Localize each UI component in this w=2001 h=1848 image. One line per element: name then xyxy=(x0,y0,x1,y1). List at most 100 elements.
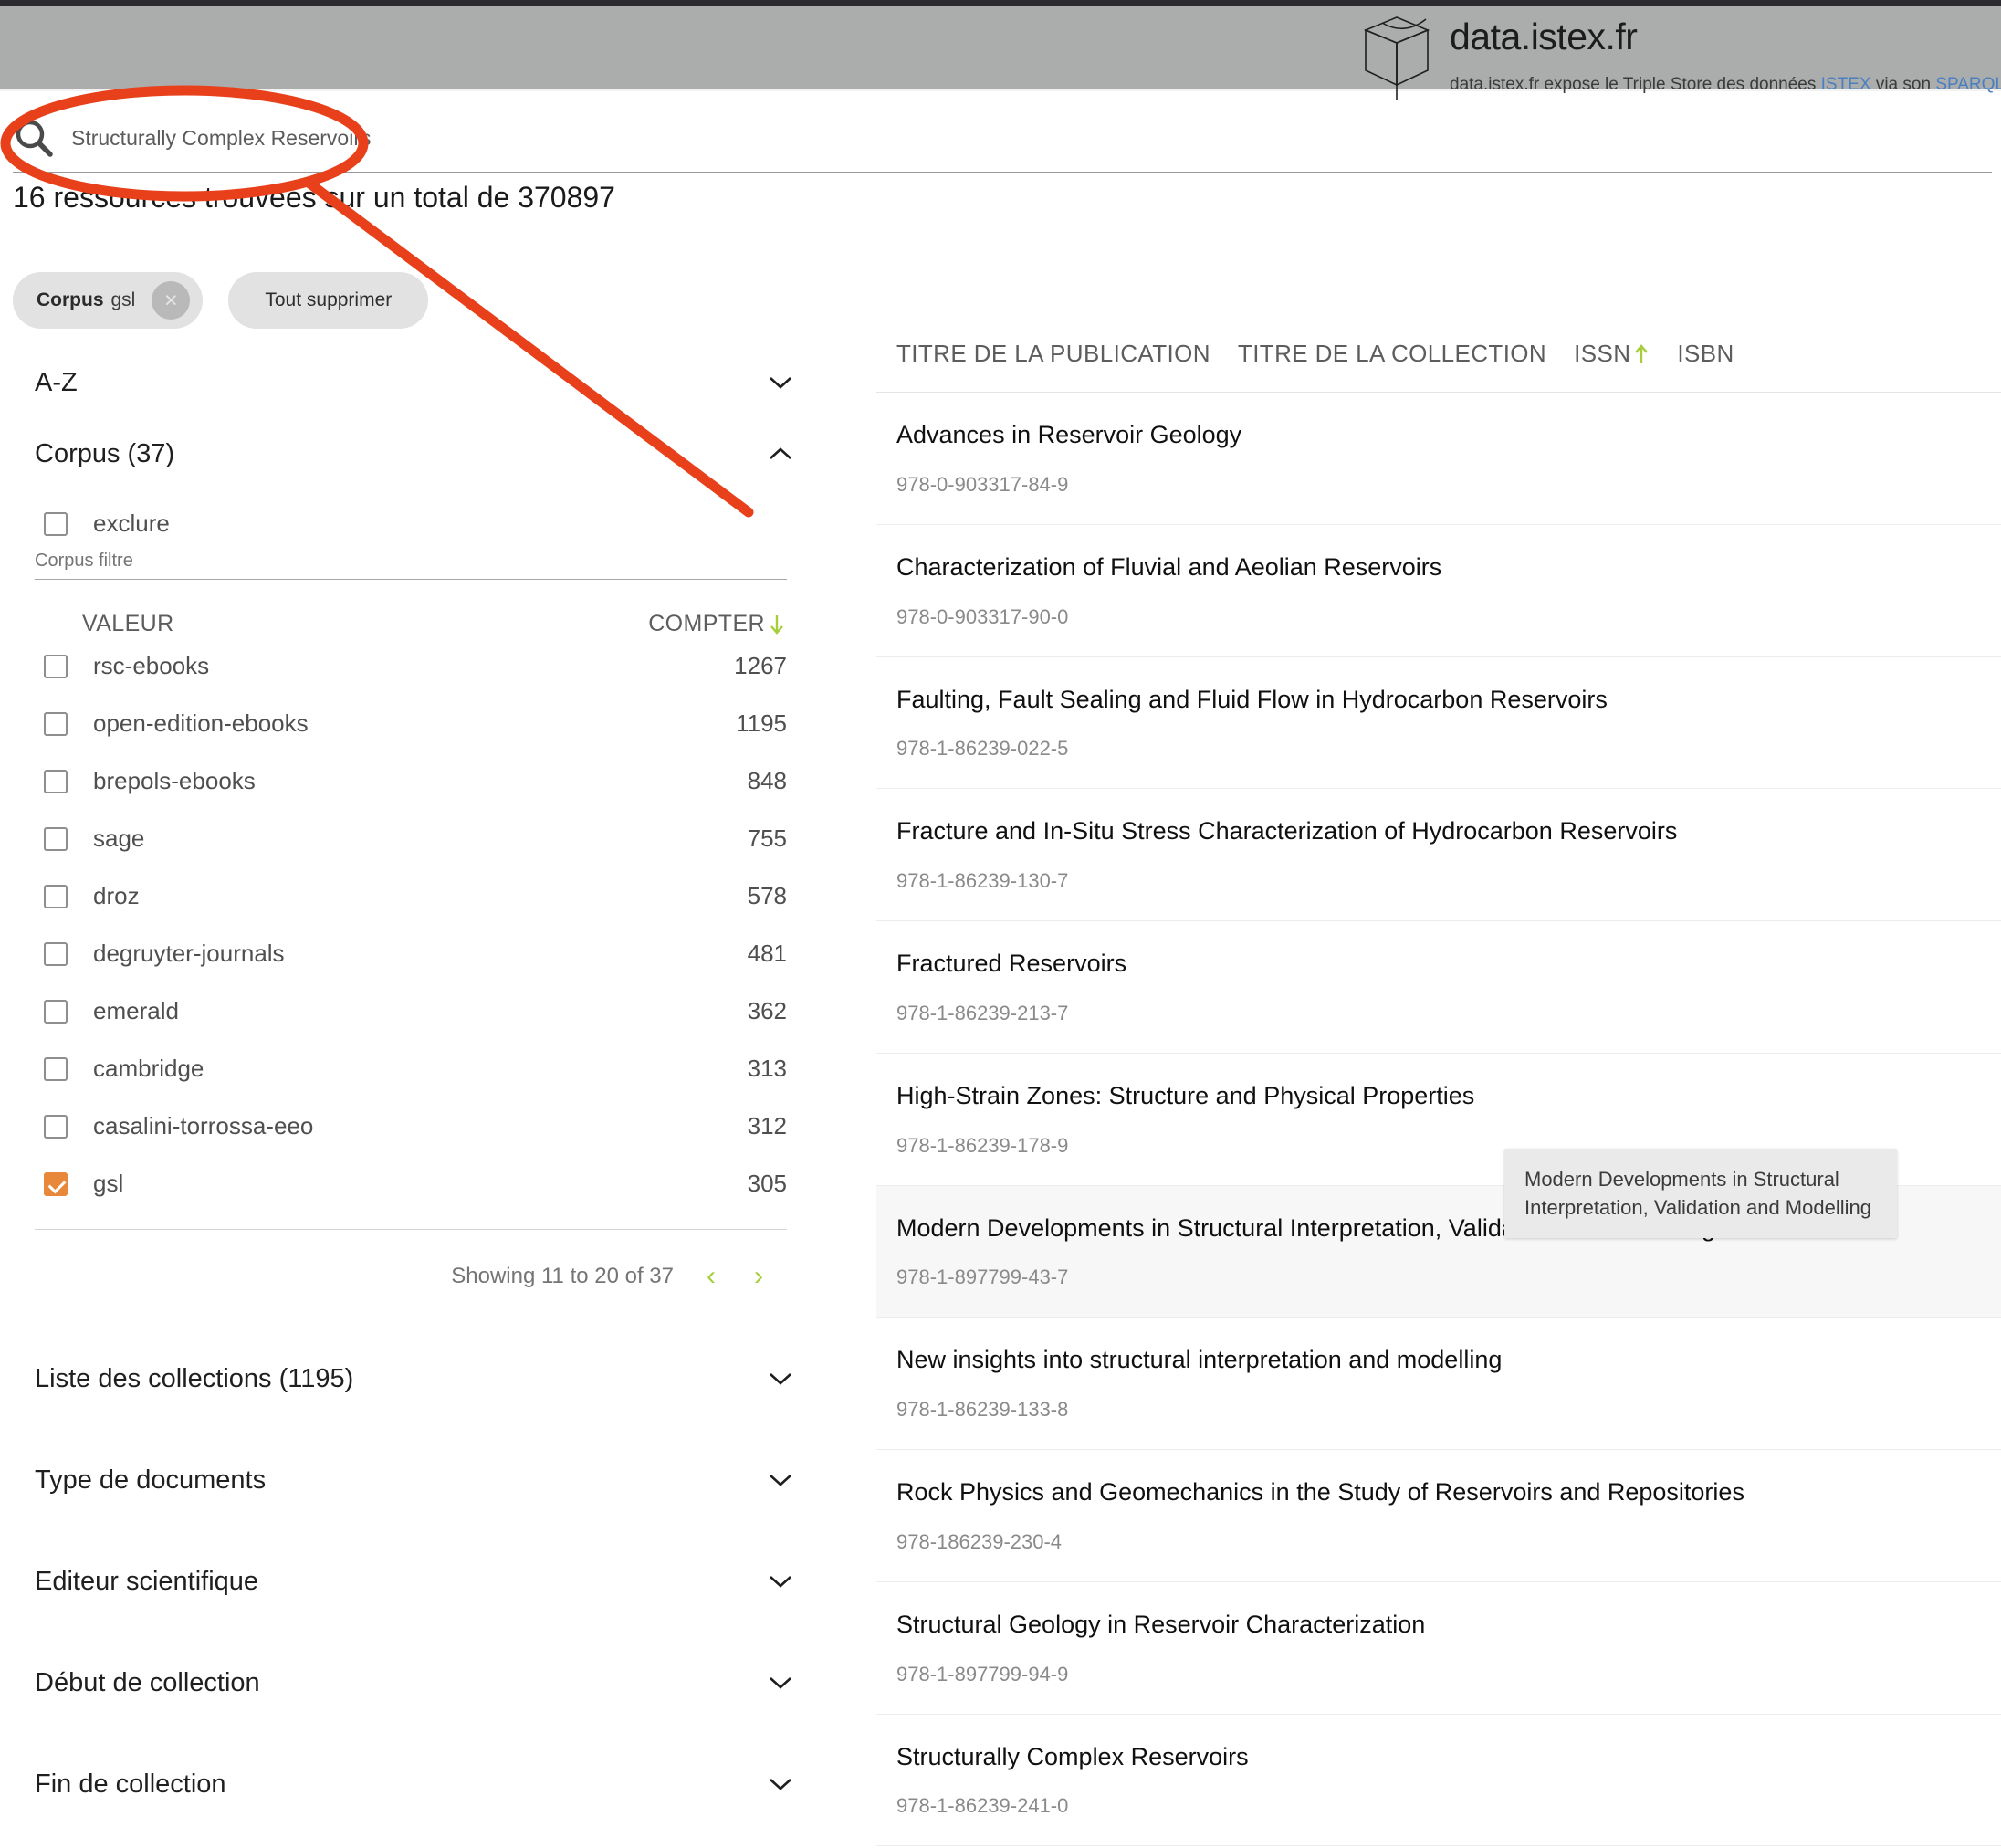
brand-title: data.istex.fr xyxy=(1450,16,1638,58)
facet-row[interactable]: rsc-ebooks 1267 xyxy=(35,637,787,695)
facet-row-count: 313 xyxy=(747,1055,787,1082)
chip-value: gsl xyxy=(110,289,136,310)
results-row-title: High-Strain Zones: Structure and Physica… xyxy=(896,1081,1475,1109)
facet-row-label: rsc-ebooks xyxy=(93,652,210,679)
filter-chip-corpus[interactable]: Corpus gsl × xyxy=(13,272,204,329)
facet-row-checkbox[interactable] xyxy=(44,654,68,678)
results-row[interactable]: Characterization of Fluvial and Aeolian … xyxy=(876,525,2001,657)
results-row-isbn: 978-186239-230-4 xyxy=(896,1529,1063,1553)
results-row[interactable]: Advances in Reservoir Geology 978-0-90331… xyxy=(876,393,2001,525)
facet-corpus-label: Corpus (37) xyxy=(35,438,175,468)
clear-all-filters-button[interactable]: Tout supprimer xyxy=(228,272,429,329)
exclude-row[interactable]: exclure xyxy=(35,509,787,538)
sort-asc-arrow-icon[interactable] xyxy=(1633,343,1650,365)
search-icon[interactable] xyxy=(13,117,55,159)
facet-row-checkbox[interactable] xyxy=(44,711,68,736)
results-column-label: TITRE DE LA COLLECTION xyxy=(1237,340,1547,367)
site-header-bar: data.istex.fr data.istex.fr expose le Tr… xyxy=(0,6,2001,100)
sparql-endpoint-link[interactable]: SPARQL E xyxy=(1935,75,2001,94)
istex-link[interactable]: ISTEX xyxy=(1821,75,1871,94)
results-row-isbn: 978-0-903317-90-0 xyxy=(896,604,1069,628)
facet-row[interactable]: open-edition-ebooks 1195 xyxy=(35,695,787,752)
chip-key: Corpus xyxy=(37,289,104,310)
facet-table-header: VALEUR COMPTER xyxy=(35,611,787,637)
corpus-filter-input[interactable] xyxy=(35,551,787,572)
pagination-next-button[interactable]: › xyxy=(749,1263,769,1290)
facet-row[interactable]: casalini-torrossa-eeo 312 xyxy=(35,1097,787,1155)
facet-section-collapsed[interactable]: Editeur scientifique xyxy=(0,1546,822,1617)
results-row[interactable]: Fracture and In-Situ Stress Characteriza… xyxy=(876,789,2001,921)
results-row[interactable]: Structurally Complex Reservoirs 978-1-862… xyxy=(876,1715,2001,1847)
facet-pagination: Showing 11 to 20 of 37 ‹ › xyxy=(35,1263,787,1290)
close-icon[interactable]: × xyxy=(152,281,191,320)
facet-row-count: 312 xyxy=(747,1112,787,1139)
facet-row[interactable]: gsl 305 xyxy=(35,1155,787,1213)
pagination-status: Showing 11 to 20 of 37 xyxy=(451,1264,674,1288)
facet-section-corpus[interactable]: Corpus (37) xyxy=(0,418,822,489)
facet-row-label: emerald xyxy=(93,997,179,1024)
results-row[interactable]: Faulting, Fault Sealing and Fluid Flow i… xyxy=(876,657,2001,790)
results-row-title: Fractured Reservoirs xyxy=(896,950,1127,977)
facet-row[interactable]: brepols-ebooks 848 xyxy=(35,752,787,810)
facet-row-checkbox[interactable] xyxy=(44,999,68,1024)
sort-desc-arrow-icon[interactable] xyxy=(769,614,785,635)
brand-subtitle-mid: via son xyxy=(1870,75,1936,95)
results-column-header[interactable]: ISSN xyxy=(1574,340,1650,368)
facet-col-valeur[interactable]: VALEUR xyxy=(82,611,174,637)
facet-row[interactable]: cambridge 313 xyxy=(35,1040,787,1097)
facet-row-count: 1195 xyxy=(736,709,787,737)
facet-section-collapsed[interactable]: Liste des collections (1195) xyxy=(0,1343,822,1414)
chevron-down-icon[interactable] xyxy=(769,375,792,390)
results-row[interactable]: New insights into structural interpretat… xyxy=(876,1318,2001,1450)
results-row-isbn: 978-1-86239-133-8 xyxy=(896,1398,1069,1421)
exclude-label: exclure xyxy=(93,509,170,537)
chevron-down-icon[interactable] xyxy=(769,1371,792,1386)
facet-row[interactable]: droz 578 xyxy=(35,867,787,925)
pagination-prev-button[interactable]: ‹ xyxy=(701,1263,721,1290)
facet-row-checkbox[interactable] xyxy=(44,1171,68,1196)
chevron-up-icon[interactable] xyxy=(769,446,792,461)
facet-row[interactable]: degruyter-journals 481 xyxy=(35,925,787,982)
facet-row-checkbox[interactable] xyxy=(44,1114,68,1139)
results-row[interactable]: Structural Geology in Reservoir Characte… xyxy=(876,1582,2001,1715)
facet-az-label: A-Z xyxy=(35,367,78,397)
search-input[interactable] xyxy=(71,125,1806,151)
facet-row-count: 755 xyxy=(747,824,787,852)
active-filter-chips: Corpus gsl × Tout supprimer xyxy=(13,272,429,329)
facet-section-az[interactable]: A-Z xyxy=(0,347,822,418)
chevron-down-icon[interactable] xyxy=(769,1473,792,1487)
chevron-down-icon[interactable] xyxy=(769,1574,792,1589)
facet-section-collapsed[interactable]: Début de collection xyxy=(0,1647,822,1718)
facet-row-checkbox[interactable] xyxy=(44,1056,68,1081)
exclude-checkbox[interactable] xyxy=(44,511,68,536)
facet-section-label: Fin de collection xyxy=(35,1769,226,1799)
results-row-isbn: 978-1-86239-213-7 xyxy=(896,1001,1069,1024)
results-column-header[interactable]: TITRE DE LA COLLECTION xyxy=(1238,340,1546,368)
facet-row-label: sage xyxy=(93,824,145,852)
facet-row-checkbox[interactable] xyxy=(44,826,68,851)
results-row[interactable]: Fractured Reservoirs 978-1-86239-213-7 xyxy=(876,921,2001,1054)
facet-col-compter[interactable]: COMPTER xyxy=(648,611,785,637)
corpus-filter-field xyxy=(35,551,787,580)
facet-row[interactable]: emerald 362 xyxy=(35,982,787,1040)
facet-row-checkbox[interactable] xyxy=(44,884,68,908)
results-row-title: Faulting, Fault Sealing and Fluid Flow i… xyxy=(896,685,1608,713)
facet-row-checkbox[interactable] xyxy=(44,769,68,793)
facet-corpus-body: exclure VALEUR COMPTER rsc-ebooks 1267 ope… xyxy=(0,509,822,1290)
facet-row-count: 362 xyxy=(747,997,787,1024)
results-column-headers: TITRE DE LA PUBLICATION TITRE DE LA COLLE… xyxy=(876,340,2001,393)
facet-row-checkbox[interactable] xyxy=(44,941,68,966)
search-bar xyxy=(13,117,1992,173)
chevron-down-icon[interactable] xyxy=(769,1777,792,1791)
chevron-down-icon[interactable] xyxy=(769,1675,792,1690)
results-row[interactable]: Rock Physics and Geomechanics in the Stu… xyxy=(876,1450,2001,1582)
facet-row[interactable]: sage 755 xyxy=(35,810,787,867)
results-column-header[interactable]: ISBN xyxy=(1677,340,1734,368)
results-column-header[interactable]: TITRE DE LA PUBLICATION xyxy=(896,340,1210,368)
facet-row-label: open-edition-ebooks xyxy=(93,709,309,737)
results-row-title: Fracture and In-Situ Stress Characteriza… xyxy=(896,817,1678,845)
facet-section-collapsed[interactable]: Fin de collection xyxy=(0,1748,822,1820)
result-count-text: 16 ressources trouvées sur un total de 3… xyxy=(13,181,615,214)
facet-section-collapsed[interactable]: Type de documents xyxy=(0,1444,822,1516)
results-row-isbn: 978-1-897799-43-7 xyxy=(896,1265,1069,1289)
